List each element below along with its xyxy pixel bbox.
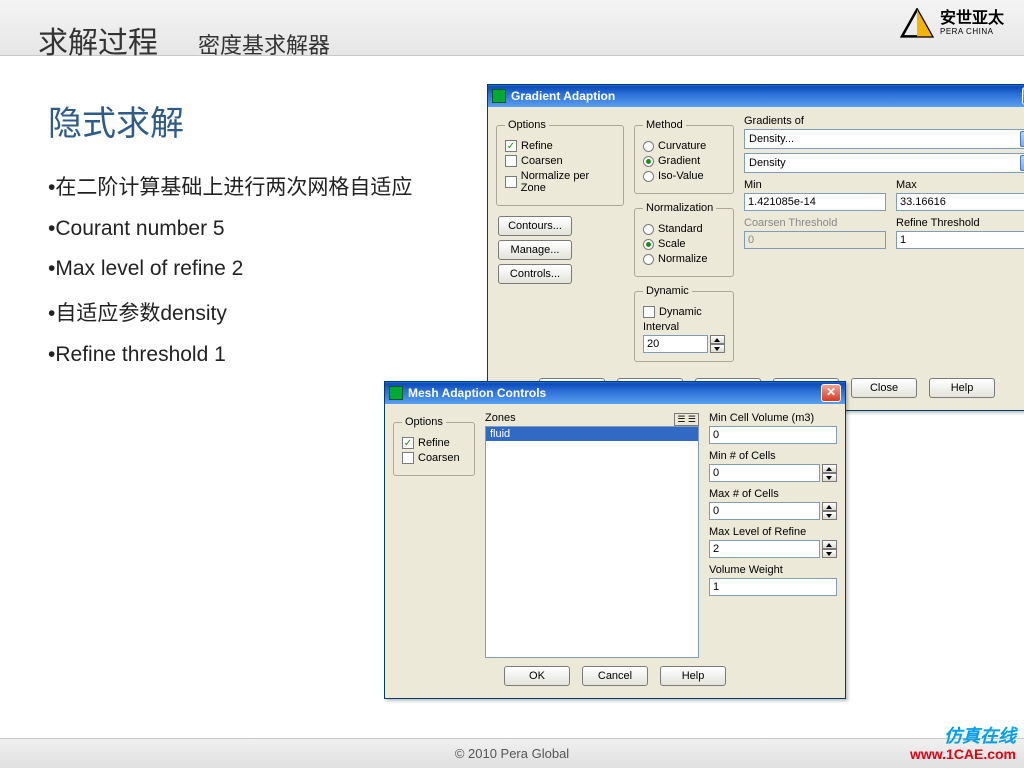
min-cells-label: Min # of Cells <box>709 450 837 462</box>
standard-radio[interactable]: Standard <box>643 223 725 235</box>
zones-label: Zones <box>485 412 516 424</box>
options-group: Options ✓Refine Coarsen Normalize per Zo… <box>496 119 624 206</box>
dynamic-group: Dynamic Dynamic Interval <box>634 285 734 362</box>
scale-radio[interactable]: Scale <box>643 238 725 250</box>
help-button[interactable]: Help <box>660 666 726 686</box>
dialog-title: Mesh Adaption Controls <box>408 386 546 400</box>
help-button[interactable]: Help <box>929 378 995 398</box>
app-icon <box>492 89 506 103</box>
spinner-up-icon[interactable] <box>710 335 725 344</box>
coarsen-checkbox[interactable]: Coarsen <box>402 452 466 464</box>
min-cell-vol-input[interactable] <box>709 426 837 444</box>
refine-threshold-input[interactable] <box>896 231 1024 249</box>
ok-button[interactable]: OK <box>504 666 570 686</box>
footer: © 2010 Pera Global <box>0 738 1024 768</box>
options-group: Options ✓Refine Coarsen <box>393 416 475 476</box>
normalize-per-zone-checkbox[interactable]: Normalize per Zone <box>505 170 615 194</box>
contours-button[interactable]: Contours... <box>498 216 572 236</box>
slide-header: 求解过程 密度基求解器 安世亚太 PERA CHINA <box>0 0 1024 56</box>
cancel-button[interactable]: Cancel <box>582 666 648 686</box>
spinner-down-icon[interactable] <box>710 344 725 353</box>
spinner-down-icon[interactable] <box>822 473 837 482</box>
gradient-adaption-dialog: Gradient Adaption ✕ Options ✓Refine Coar… <box>487 84 1024 411</box>
brand-name: 安世亚太 <box>940 11 1004 27</box>
pera-logo: 安世亚太 PERA CHINA <box>900 8 1004 38</box>
min-label: Min <box>744 179 886 191</box>
gradients-dropdown-2[interactable]: Density <box>744 153 1024 173</box>
refine-threshold-label: Refine Threshold <box>896 217 1024 229</box>
refine-checkbox[interactable]: ✓Refine <box>505 140 615 152</box>
method-group: Method Curvature Gradient Iso-Value <box>634 119 734 194</box>
max-refine-input[interactable] <box>709 540 820 558</box>
close-icon[interactable]: ✕ <box>821 384 841 402</box>
normalize-radio[interactable]: Normalize <box>643 253 725 265</box>
isovalue-radio[interactable]: Iso-Value <box>643 170 725 182</box>
zone-item-fluid[interactable]: fluid <box>486 427 698 441</box>
page-subtitle: 密度基求解器 <box>198 28 330 60</box>
method-legend: Method <box>643 119 686 131</box>
min-cell-vol-label: Min Cell Volume (m3) <box>709 412 837 424</box>
controls-button[interactable]: Controls... <box>498 264 572 284</box>
max-input[interactable] <box>896 193 1024 211</box>
dynamic-legend: Dynamic <box>643 285 692 297</box>
spinner-up-icon[interactable] <box>822 540 837 549</box>
options-legend: Options <box>505 119 549 131</box>
curvature-radio[interactable]: Curvature <box>643 140 725 152</box>
dialog-title: Gradient Adaption <box>511 89 615 103</box>
mesh-adaption-controls-dialog: Mesh Adaption Controls ✕ Options ✓Refine… <box>384 381 846 699</box>
triangle-logo-icon <box>900 8 934 38</box>
max-cells-input[interactable] <box>709 502 820 520</box>
page-title: 求解过程 <box>38 18 158 62</box>
normalization-group: Normalization Standard Scale Normalize <box>634 202 734 277</box>
coarsen-checkbox[interactable]: Coarsen <box>505 155 615 167</box>
watermark-url: www.1CAE.com <box>910 747 1016 762</box>
titlebar[interactable]: Gradient Adaption ✕ <box>488 85 1024 107</box>
min-cells-input[interactable] <box>709 464 820 482</box>
spinner-up-icon[interactable] <box>822 502 837 511</box>
dynamic-checkbox[interactable]: Dynamic <box>643 306 725 318</box>
coarsen-threshold-input <box>744 231 886 249</box>
zones-select-toggle[interactable]: ☰ ☰ <box>674 413 699 426</box>
chevron-down-icon <box>1020 131 1024 147</box>
interval-label: Interval <box>643 321 725 333</box>
spinner-down-icon[interactable] <box>822 549 837 558</box>
chevron-down-icon <box>1020 155 1024 171</box>
options-legend: Options <box>402 416 446 428</box>
titlebar[interactable]: Mesh Adaption Controls ✕ <box>385 382 845 404</box>
vol-weight-label: Volume Weight <box>709 564 837 576</box>
spinner-up-icon[interactable] <box>822 464 837 473</box>
max-label: Max <box>896 179 1024 191</box>
watermark: 仿真在线 www.1CAE.com <box>910 727 1016 762</box>
manage-button[interactable]: Manage... <box>498 240 572 260</box>
gradients-dropdown-1[interactable]: Density... <box>744 129 1024 149</box>
watermark-title: 仿真在线 <box>910 727 1016 747</box>
coarsen-threshold-label: Coarsen Threshold <box>744 217 886 229</box>
close-button[interactable]: Close <box>851 378 917 398</box>
max-cells-label: Max # of Cells <box>709 488 837 500</box>
normalization-legend: Normalization <box>643 202 716 214</box>
min-input[interactable] <box>744 193 886 211</box>
gradients-of-label: Gradients of <box>744 115 1024 127</box>
gradient-radio[interactable]: Gradient <box>643 155 725 167</box>
max-refine-label: Max Level of Refine <box>709 526 837 538</box>
spinner-down-icon[interactable] <box>822 511 837 520</box>
interval-input[interactable] <box>643 335 708 353</box>
brand-sub: PERA CHINA <box>940 27 1004 36</box>
zones-listbox[interactable]: fluid <box>485 426 699 658</box>
refine-checkbox[interactable]: ✓Refine <box>402 437 466 449</box>
app-icon <box>389 386 403 400</box>
vol-weight-input[interactable] <box>709 578 837 596</box>
